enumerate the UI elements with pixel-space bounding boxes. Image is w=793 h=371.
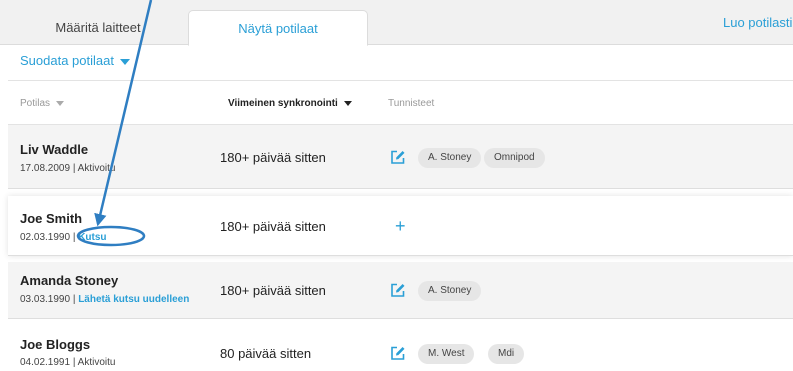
tag-chip[interactable]: Omnipod xyxy=(484,148,545,168)
tag-chip[interactable]: Mdi xyxy=(488,344,525,364)
resend-invite-link[interactable]: Lähetä kutsu uudelleen xyxy=(78,294,189,305)
filter-label: Suodata potilaat xyxy=(20,53,114,68)
birth-date: 17.08.2009 | xyxy=(20,163,78,174)
patient-meta: 04.02.1991 | Aktivoitu xyxy=(20,357,115,368)
patient-row[interactable]: Joe Smith 02.03.1990 | Kutsu 180+ päivää… xyxy=(8,196,793,256)
last-sync: 180+ päivää sitten xyxy=(220,150,326,165)
patient-meta: 03.03.1990 | Lähetä kutsu uudelleen xyxy=(20,294,189,305)
patient-row[interactable]: Amanda Stoney 03.03.1990 | Lähetä kutsu … xyxy=(8,262,793,319)
birth-date: 04.02.1991 | xyxy=(20,357,78,368)
patient-name[interactable]: Amanda Stoney xyxy=(20,273,118,288)
patient-meta: 17.08.2009 | Aktivoitu xyxy=(20,163,115,174)
patient-status: Aktivoitu xyxy=(77,357,116,368)
tab-bar: Määritä laitteet Näytä potilaat Luo poti… xyxy=(0,0,793,46)
patient-meta: 02.03.1990 | Kutsu xyxy=(20,232,107,243)
patient-row[interactable]: Joe Bloggs 04.02.1991 | Aktivoitu 80 päi… xyxy=(8,326,793,371)
column-label: Potilas xyxy=(20,98,51,109)
sort-chevron-icon xyxy=(56,100,65,106)
tag-chip[interactable]: M. West xyxy=(418,344,475,364)
birth-date: 02.03.1990 | xyxy=(20,232,79,243)
tag-chip[interactable]: A. Stoney xyxy=(418,281,482,301)
chevron-down-icon xyxy=(119,58,130,65)
column-label: Viimeinen synkronointi xyxy=(228,98,338,109)
divider xyxy=(8,80,793,81)
create-patient-account-link[interactable]: Luo potilastili xyxy=(723,10,793,36)
invite-link[interactable]: Kutsu xyxy=(78,232,106,243)
tag-chip[interactable]: A. Stoney xyxy=(418,148,482,168)
last-sync: 180+ päivää sitten xyxy=(220,283,326,298)
column-header-last-sync[interactable]: Viimeinen synkronointi xyxy=(228,98,352,109)
edit-icon[interactable] xyxy=(390,282,406,298)
patient-status: Aktivoitu xyxy=(77,163,116,174)
column-header-tags: Tunnisteet xyxy=(388,98,435,109)
filter-patients-button[interactable]: Suodata potilaat xyxy=(20,53,130,68)
edit-icon[interactable] xyxy=(390,149,406,165)
patient-row[interactable]: Liv Waddle 17.08.2009 | Aktivoitu 180+ p… xyxy=(8,125,793,189)
column-header-patient[interactable]: Potilas xyxy=(20,98,65,109)
last-sync: 80 päivää sitten xyxy=(220,346,312,361)
tab-patients[interactable]: Näytä potilaat xyxy=(188,10,368,46)
last-sync: 180+ päivää sitten xyxy=(220,219,326,234)
add-tag-plus-icon[interactable]: + xyxy=(395,217,406,235)
patient-name[interactable]: Joe Bloggs xyxy=(20,337,90,352)
birth-date: 03.03.1990 | xyxy=(20,294,79,305)
sort-chevron-icon xyxy=(343,100,352,106)
tab-devices[interactable]: Määritä laitteet xyxy=(8,10,188,46)
patient-name[interactable]: Liv Waddle xyxy=(20,142,88,157)
edit-icon[interactable] xyxy=(390,345,406,361)
patient-name[interactable]: Joe Smith xyxy=(20,211,82,226)
